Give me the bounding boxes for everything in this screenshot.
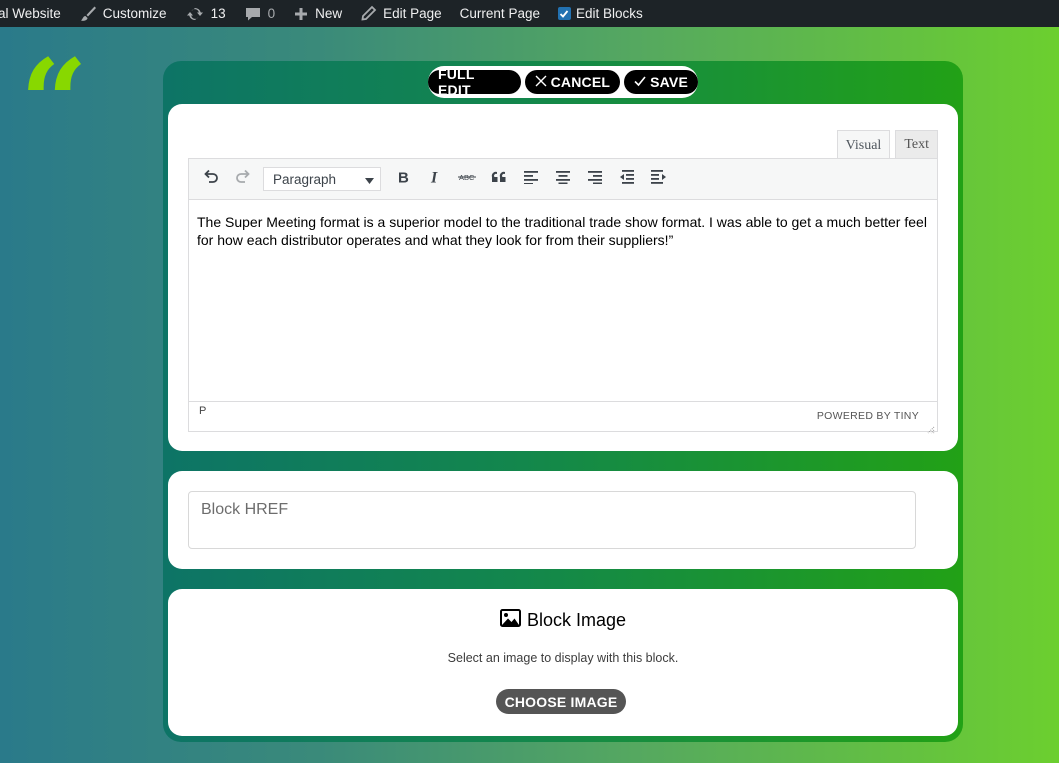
save-button[interactable]: SAVE [624, 70, 698, 94]
align-left-icon [523, 170, 539, 189]
editor-mode-tabs: Visual Text [836, 130, 938, 160]
image-card: Block Image Select an image to display w… [168, 589, 958, 736]
align-center-icon [555, 170, 571, 189]
updates-link[interactable]: 13 [176, 0, 235, 27]
site-name-link[interactable]: al Website [0, 0, 70, 27]
edit-blocks-checkbox[interactable] [557, 7, 571, 20]
current-page-label: Current Page [459, 6, 540, 21]
customize-label: Customize [102, 6, 167, 21]
block-image-title: Block Image [526, 610, 627, 630]
quote-mark-icon: “ [20, 33, 88, 172]
insert-more-button[interactable] [611, 163, 643, 195]
strikethrough-button[interactable]: ABC [451, 163, 483, 195]
choose-image-button[interactable]: CHOOSE IMAGE [496, 689, 626, 714]
align-center-button[interactable] [547, 163, 579, 195]
action-button-group: FULL EDIT CANCEL SAVE [428, 66, 698, 98]
tab-visual[interactable]: Visual [836, 130, 891, 160]
block-image-heading: Block Image [168, 609, 958, 632]
blockquote-button[interactable] [483, 163, 515, 195]
block-href-input[interactable]: Block HREF [188, 491, 916, 549]
redo-icon [233, 167, 253, 192]
read-more-icon [618, 169, 636, 190]
editor-statusbar: P POWERED BY TINY [189, 401, 937, 434]
align-left-button[interactable] [515, 163, 547, 195]
new-content-link[interactable]: New [284, 0, 351, 27]
undo-button[interactable] [195, 163, 227, 195]
svg-text:B: B [398, 169, 409, 185]
cancel-label: CANCEL [550, 74, 611, 90]
full-edit-label: FULL EDIT [438, 66, 475, 98]
site-name-label: al Website [0, 6, 61, 21]
resize-handle-icon[interactable] [927, 421, 935, 434]
current-page-link[interactable]: Current Page [451, 0, 549, 27]
comment-bubble-icon [244, 5, 262, 23]
undo-icon [201, 167, 221, 192]
element-path[interactable]: P [199, 405, 206, 417]
save-label: SAVE [650, 74, 688, 90]
edit-page-link[interactable]: Edit Page [351, 0, 451, 27]
editor-toolbar: Paragraph B I ABC [189, 159, 937, 200]
format-select-value: Paragraph [273, 171, 337, 187]
edit-blocks-label: Edit Blocks [575, 6, 643, 21]
redo-button[interactable] [227, 163, 259, 195]
italic-button[interactable]: I [419, 163, 451, 195]
admin-bar: al Website Customize 13 0 New Edit Page … [0, 0, 1059, 27]
full-edit-button[interactable]: FULL EDIT [428, 66, 521, 98]
tab-text[interactable]: Text [895, 130, 938, 159]
checkmark-icon [634, 74, 646, 90]
powered-by-tiny-link[interactable]: POWERED BY TINY [817, 410, 919, 422]
customize-link[interactable]: Customize [70, 0, 176, 27]
toolbar-toggle-button[interactable] [643, 163, 675, 195]
comments-link[interactable]: 0 [235, 0, 285, 27]
paintbrush-icon [79, 5, 97, 23]
edit-blocks-toggle[interactable]: Edit Blocks [549, 0, 652, 27]
refresh-icon [185, 5, 205, 23]
cancel-button[interactable]: CANCEL [524, 70, 621, 94]
dropdown-arrow-icon [365, 172, 374, 187]
plus-icon [293, 6, 309, 22]
image-icon [499, 609, 521, 632]
kitchen-sink-icon [650, 169, 668, 190]
bold-button[interactable]: B [387, 163, 419, 195]
italic-icon: I [427, 169, 443, 190]
bold-icon: B [395, 169, 411, 190]
format-select[interactable]: Paragraph [263, 167, 381, 191]
align-right-button[interactable] [579, 163, 611, 195]
content-editor-card: Visual Text Paragraph B I ABC The Super … [168, 104, 958, 451]
tinymce-editor: Paragraph B I ABC The Super Meeting form… [188, 158, 938, 434]
close-icon [535, 74, 547, 90]
edit-page-label: Edit Page [383, 6, 442, 21]
href-card: Block HREF [168, 471, 958, 569]
svg-text:I: I [430, 169, 438, 185]
editor-content-area[interactable]: The Super Meeting format is a superior m… [189, 200, 937, 386]
strikethrough-icon: ABC [458, 170, 476, 188]
blockquote-icon [490, 169, 508, 190]
comments-count: 0 [267, 6, 276, 21]
pencil-icon [360, 5, 377, 22]
updates-count: 13 [210, 6, 226, 21]
new-label: New [315, 6, 343, 21]
align-right-icon [587, 170, 603, 189]
block-image-description: Select an image to display with this blo… [447, 651, 679, 665]
